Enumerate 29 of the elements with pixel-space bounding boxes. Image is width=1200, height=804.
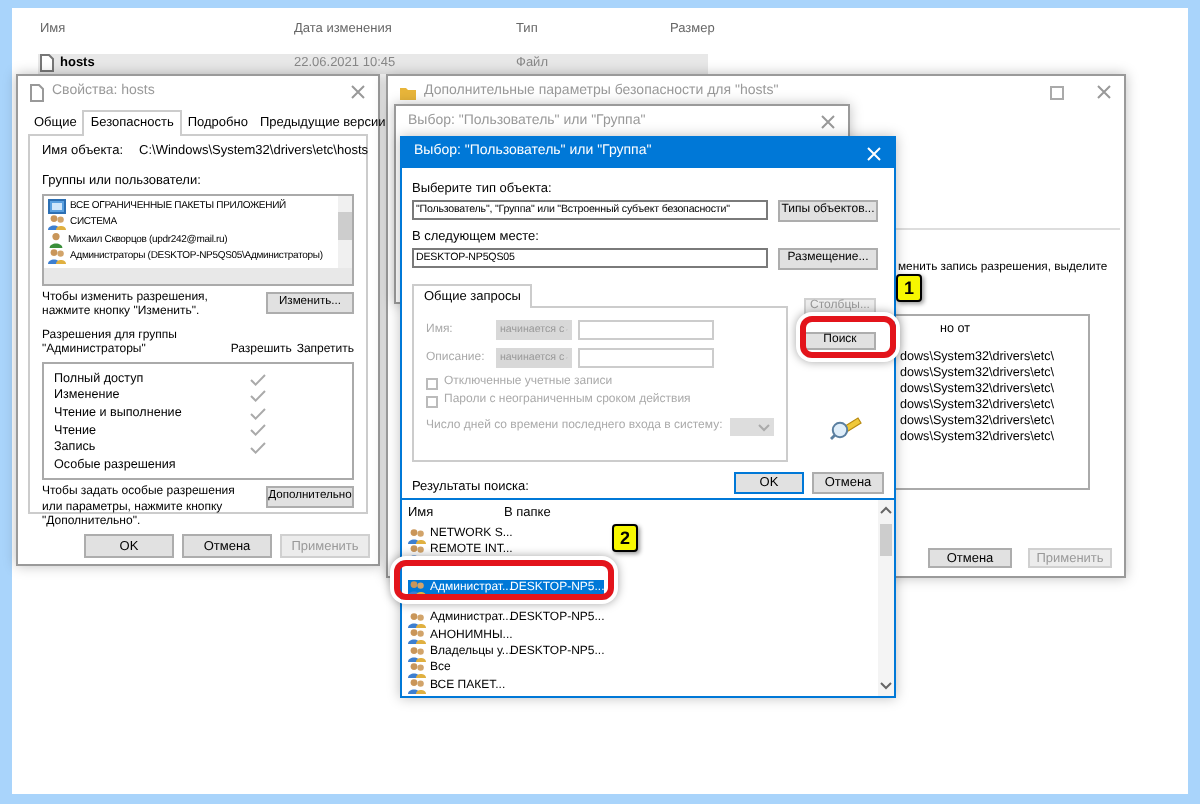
users-icon [408,527,426,544]
chevron-up-icon[interactable] [880,506,892,515]
users-icon [408,645,426,662]
highlight-ring [800,316,896,358]
step-badge: 1 [896,274,922,302]
query-field[interactable] [578,348,714,369]
folder-icon [400,85,416,99]
users-icon [48,248,66,265]
scroll-thumb[interactable] [880,524,892,557]
user-icon [48,231,64,248]
query-field[interactable] [578,320,714,341]
close-icon[interactable] [1096,84,1112,100]
package-icon [48,197,66,214]
scrollbar[interactable] [44,267,352,284]
scrollbar[interactable] [338,195,352,268]
users-icon [48,214,66,231]
magnifier-icon [830,413,862,440]
scrollbar[interactable] [878,500,894,696]
chevron-down-icon[interactable] [880,682,892,690]
days-dropdown[interactable] [730,418,774,437]
maximize-icon[interactable] [1050,85,1064,99]
step-badge: 2 [612,524,638,552]
close-icon[interactable] [820,114,836,130]
close-icon[interactable] [350,84,366,100]
users-icon [408,611,426,628]
users-icon [408,628,426,645]
users-icon [408,678,426,695]
users-icon [408,661,426,678]
caret-icon [758,423,770,432]
